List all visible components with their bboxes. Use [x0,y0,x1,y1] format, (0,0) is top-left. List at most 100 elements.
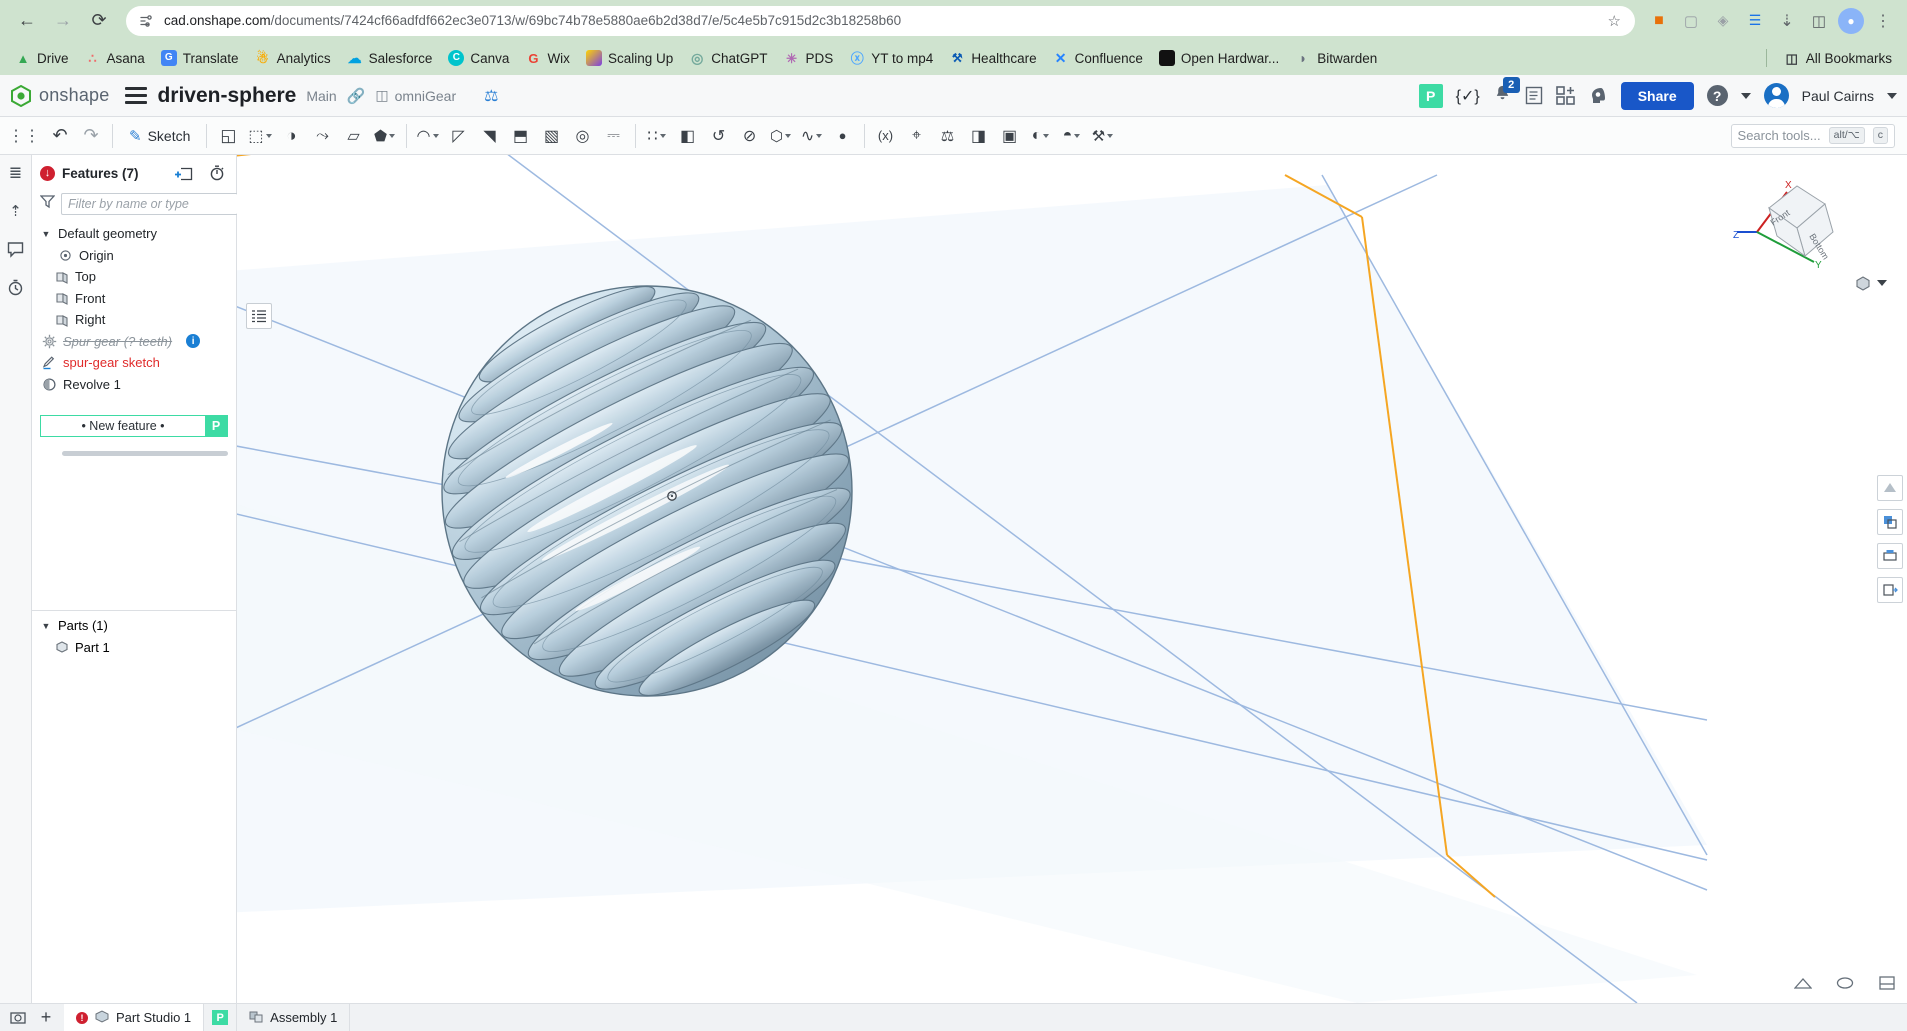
sketch-button[interactable]: ✎ Sketch [119,120,200,152]
feature-tree-scroll-indicator[interactable] [62,451,228,456]
tree-item-origin[interactable]: Origin [32,245,236,267]
screenshot-icon[interactable] [9,1009,27,1027]
pattern-tool[interactable]: ∷ [642,120,672,152]
tree-item-default-geometry[interactable]: ▼ Default geometry [32,223,236,245]
chevron-down-icon[interactable] [1107,133,1114,138]
chevron-down-icon[interactable] [432,133,439,138]
sheet-metal-tool[interactable]: ⬡ [766,120,796,152]
view-cube-icon[interactable]: X Z Y Front Bottom [1729,170,1859,290]
tree-item-front-plane[interactable]: Front [32,288,236,310]
measure-tool-icon[interactable]: ⚖ [484,86,498,106]
tree-item-spur-gear[interactable]: Spur gear (? teeth) i [32,331,236,353]
feature-list-flyout-icon[interactable] [246,303,272,329]
extension-orange-icon[interactable]: ■ [1645,7,1673,35]
bookmark-asana[interactable]: ∴ Asana [78,47,152,69]
reference-tool[interactable]: ● [828,120,858,152]
tab-part-studio-1[interactable]: ! Part Studio 1 [64,1003,205,1031]
chevron-down-icon[interactable]: ▼ [40,621,52,631]
hamburger-menu-icon[interactable] [125,87,148,104]
downloads-icon[interactable]: ⇣ [1773,7,1801,35]
extension-blue-icon[interactable]: ☰ [1741,7,1769,35]
chevron-down-icon[interactable] [1877,280,1887,286]
transform-tool[interactable]: ↺ [704,120,734,152]
user-menu-caret-icon[interactable] [1887,92,1897,99]
bookmark-healthcare[interactable]: ⚒ Healthcare [942,47,1043,69]
boolean-tool[interactable]: ⬟ [370,120,400,152]
extrude-tool[interactable]: ⬚ [244,120,275,152]
ai-assistant-icon[interactable] [1588,86,1608,105]
viewport-3d[interactable]: X Z Y Front Bottom [237,155,1907,1003]
render-viewport-icon[interactable] [1877,509,1903,535]
forward-arrow-icon[interactable]: → [46,4,80,38]
chevron-down-icon[interactable] [265,133,272,138]
print-viewport-icon[interactable] [1877,543,1903,569]
bookmark-scaling-up[interactable]: Scaling Up [579,47,680,69]
info-icon[interactable]: i [186,334,201,349]
parts-header[interactable]: ▼ Parts (1) [32,615,236,637]
undo-icon[interactable]: ↶ [45,120,75,152]
render-tool[interactable]: ◓ [1057,120,1087,152]
tasks-list-icon[interactable] [1525,86,1543,105]
redo-icon[interactable]: ↷ [76,120,106,152]
bookmark-translate[interactable]: G Translate [154,47,246,69]
curve-tool[interactable]: ∿ [797,120,827,152]
measure-tool[interactable]: ⌖ [902,120,932,152]
search-tools-input[interactable]: Search tools... alt/⌥ c [1730,123,1895,148]
features-filter-input[interactable] [61,193,238,215]
thread-tool[interactable]: ⎓ [599,120,629,152]
split-tool[interactable]: ⊘ [735,120,765,152]
mirror-tool[interactable]: ◧ [673,120,703,152]
split-view-icon[interactable]: ◫ [1805,7,1833,35]
premium-badge[interactable]: P [1418,83,1443,108]
history-rail-icon[interactable] [4,275,28,299]
bookmark-analytics[interactable]: ☃ Analytics [248,47,338,69]
feature-list-rail-icon[interactable]: ≣ [4,161,28,185]
shell-tool[interactable]: ▧ [537,120,567,152]
chamfer-tool[interactable]: ◸ [444,120,474,152]
help-dropdown-caret-icon[interactable] [1740,92,1751,99]
new-feature-button[interactable]: • New feature • P [40,415,228,437]
section-tool[interactable]: ◨ [964,120,994,152]
document-folder[interactable]: ◫ omniGear [375,87,456,104]
add-part-rail-icon[interactable]: ⇡ [4,199,28,223]
tab-assembly-1-badge[interactable]: P [204,1003,238,1031]
bookmark-bitwarden[interactable]: ◗ Bitwarden [1288,47,1384,69]
bookmark-confluence[interactable]: ✕ Confluence [1046,47,1150,69]
draft-tool[interactable]: ◥ [475,120,505,152]
user-avatar-icon[interactable] [1763,83,1789,108]
link-icon[interactable]: 🔗 [347,87,366,105]
tree-item-top-plane[interactable]: Top [32,266,236,288]
share-button[interactable]: Share [1620,81,1694,110]
view-orientation-dropdown-icon[interactable] [1855,275,1887,291]
tree-item-spur-gear-sketch[interactable]: spur-gear sketch [32,352,236,374]
bookmark-star-icon[interactable]: ☆ [1602,12,1627,30]
fillet-tool[interactable]: ◠ [413,120,443,152]
reload-icon[interactable]: ⟳ [82,4,116,38]
rollback-timer-icon[interactable] [209,165,225,181]
chrome-menu-icon[interactable]: ⋮ [1869,7,1897,35]
new-folder-icon[interactable] [175,166,193,181]
bookmark-drive[interactable]: ▲ Drive [8,47,76,69]
loft-tool[interactable]: ▱ [339,120,369,152]
zoom-fit-icon[interactable] [1835,973,1855,993]
filter-funnel-icon[interactable] [39,194,56,214]
sweep-tool[interactable]: ⤳ [308,120,338,152]
comments-rail-icon[interactable] [4,237,28,261]
site-settings-icon[interactable] [138,12,156,30]
chevron-down-icon[interactable] [1074,133,1081,138]
parts-item-part-1[interactable]: Part 1 [32,637,236,659]
chevron-down-icon[interactable]: ▼ [40,229,52,239]
bookmark-pds[interactable]: ✳ PDS [777,47,841,69]
tree-item-revolve-1[interactable]: Revolve 1 [32,374,236,396]
bookmark-canva[interactable]: C Canva [441,47,516,69]
section-view-icon[interactable] [1793,973,1813,993]
appearance-tool[interactable]: ◐ [1026,120,1056,152]
notification-bell-icon[interactable]: 2 [1493,76,1520,108]
onshape-logo[interactable]: onshape [10,84,109,107]
tab-assembly-1[interactable]: Assembly 1 [237,1003,351,1031]
address-bar[interactable]: cad.onshape.com/documents/7424cf66adfdf6… [126,5,1635,36]
variable-tool[interactable]: (x) [871,120,901,152]
bookmark-wix[interactable]: G Wix [518,47,577,69]
help-icon[interactable]: ? [1706,85,1728,106]
add-tab-icon[interactable]: + [37,1007,55,1027]
